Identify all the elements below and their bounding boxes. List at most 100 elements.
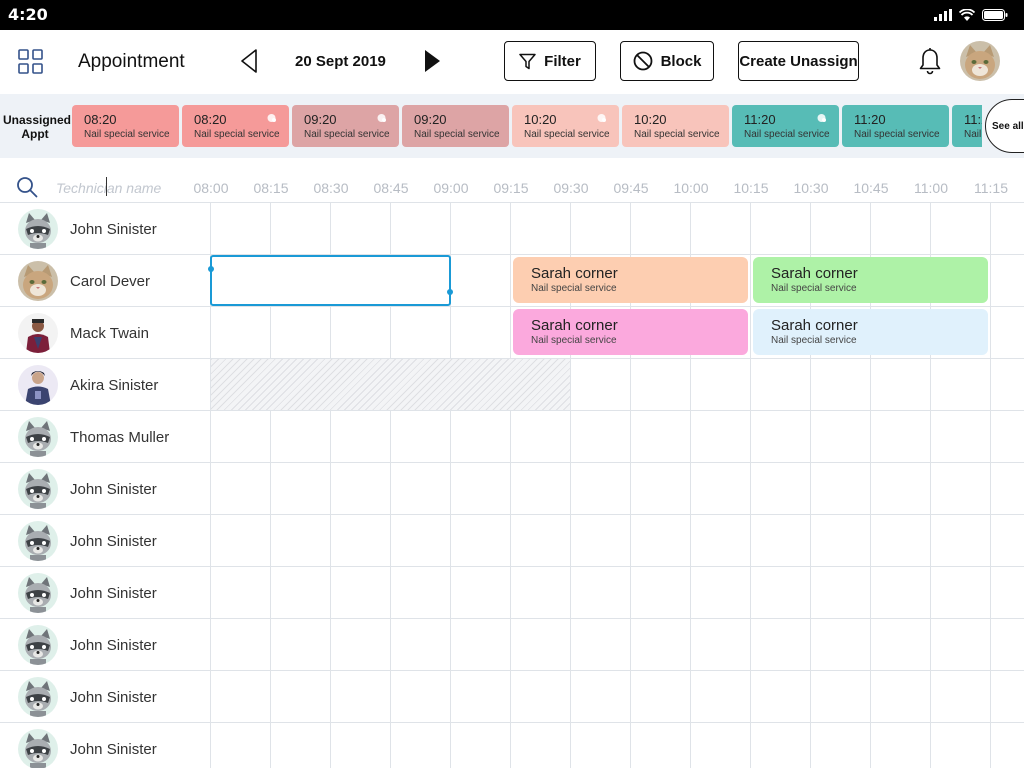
unassigned-card-time: 11:20 — [854, 112, 886, 127]
blocked-time-slot[interactable] — [211, 359, 570, 410]
unassigned-card[interactable]: 10:20 Nail special service — [622, 105, 729, 147]
next-day-icon[interactable] — [422, 48, 442, 74]
grid-menu-icon[interactable] — [18, 49, 43, 74]
raccoon-icon — [18, 209, 58, 249]
appointment-client: Sarah corner — [531, 317, 618, 334]
time-slot-label: 10:45 — [853, 180, 889, 196]
service-badge-icon — [377, 114, 386, 122]
filter-button[interactable]: Filter — [504, 41, 596, 81]
unassigned-card-service: Nail special service — [634, 129, 720, 140]
unassigned-card[interactable]: 09:20 Nail special service — [292, 105, 399, 147]
battery-icon — [982, 9, 1008, 21]
technician-avatar — [18, 625, 58, 665]
appointment-service: Nail special service — [531, 283, 617, 294]
technician-row[interactable]: John Sinister — [0, 462, 1024, 514]
unassigned-card-list: 08:20 Nail special service 08:20 Nail speci… — [72, 105, 982, 147]
unassigned-label-line1: Unassigned — [3, 113, 72, 127]
service-badge-icon — [817, 114, 826, 122]
unassigned-card[interactable]: 08:20 Nail special service — [182, 105, 289, 147]
time-slot-label: 09:15 — [493, 180, 529, 196]
technician-avatar — [18, 365, 58, 405]
service-badge-icon — [597, 114, 606, 122]
service-badge-icon — [267, 114, 276, 122]
unassigned-card-service: Nail special service — [414, 129, 500, 140]
unassigned-label-line2: Appt — [21, 127, 49, 141]
unassigned-card[interactable]: 08:20 Nail special service — [72, 105, 179, 147]
current-date: 20 Sept 2019 — [295, 53, 386, 70]
unassigned-card-time: 09:20 — [414, 112, 447, 127]
appointment-client: Sarah corner — [771, 265, 858, 282]
technician-avatar — [18, 729, 58, 768]
time-slot-label: 10:15 — [733, 180, 769, 196]
unassigned-card[interactable]: 11:20 Nail special service — [952, 105, 982, 147]
unassigned-card[interactable]: 11:20Nail special service — [842, 105, 949, 147]
create-unassign-button[interactable]: Create Unassign — [738, 41, 859, 81]
appointment-card[interactable]: Sarah corner Nail special service — [753, 257, 988, 303]
unassigned-card-time: 08:20 — [84, 112, 117, 127]
notification-bell-icon[interactable] — [918, 47, 942, 75]
time-slot-label: 09:30 — [553, 180, 589, 196]
signal-icon — [934, 9, 952, 21]
appointment-service: Nail special service — [531, 335, 617, 346]
unassigned-card-time: 10:20 — [634, 112, 667, 127]
unassigned-card-service: Nail special service — [84, 129, 170, 140]
unassigned-card-service: Nail special service — [964, 129, 982, 140]
unassigned-card[interactable]: 11:20Nail special service — [732, 105, 839, 147]
time-slot-label: 08:00 — [193, 180, 229, 196]
appointment-service: Nail special service — [771, 335, 857, 346]
technician-avatar — [18, 313, 58, 353]
technician-search-input[interactable] — [56, 178, 186, 198]
technician-name: John Sinister — [70, 481, 157, 498]
appointment-card[interactable]: Sarah corner Nail special service — [513, 257, 748, 303]
technician-row[interactable]: John Sinister — [0, 514, 1024, 566]
time-slot-label: 09:00 — [433, 180, 469, 196]
user-avatar[interactable] — [960, 41, 1000, 81]
technician-row[interactable]: John Sinister — [0, 670, 1024, 722]
unassigned-card-service: Nail special service — [744, 129, 830, 140]
unassigned-card[interactable]: 10:20 Nail special service — [512, 105, 619, 147]
time-slot-label: 08:30 — [313, 180, 349, 196]
technician-row[interactable]: John Sinister — [0, 722, 1024, 768]
technician-name: Akira Sinister — [70, 377, 159, 394]
technician-avatar — [18, 261, 58, 301]
unassigned-card-service: Nail special service — [524, 129, 610, 140]
unassigned-label: Unassigned Appt — [3, 113, 72, 141]
appointment-card[interactable]: Sarah corner Nail special service — [753, 309, 988, 355]
cat-icon — [18, 261, 58, 301]
technician-avatar — [18, 469, 58, 509]
selected-time-slot[interactable] — [210, 255, 451, 306]
filter-icon — [519, 53, 536, 69]
block-icon — [633, 51, 652, 71]
technician-avatar — [18, 573, 58, 613]
cat-avatar-icon — [960, 41, 1000, 81]
technician-avatar — [18, 209, 58, 249]
technician-avatar — [18, 417, 58, 457]
raccoon-icon — [18, 469, 58, 509]
raccoon-icon — [18, 521, 58, 561]
status-icons — [934, 8, 1008, 22]
technician-name: John Sinister — [70, 585, 157, 602]
technician-name: John Sinister — [70, 533, 157, 550]
block-label: Block — [660, 52, 702, 70]
technician-avatar — [18, 521, 58, 561]
technician-avatar — [18, 677, 58, 717]
resize-handle[interactable] — [447, 289, 453, 295]
technician-name: Thomas Muller — [70, 429, 170, 446]
resize-handle[interactable] — [208, 266, 214, 272]
page-title: Appointment — [78, 51, 185, 72]
technician-row[interactable]: John Sinister — [0, 202, 1024, 254]
previous-day-icon[interactable] — [238, 48, 260, 74]
unassigned-card[interactable]: 09:20 Nail special service — [402, 105, 509, 147]
time-slot-label: 10:30 — [793, 180, 829, 196]
block-button[interactable]: Block — [620, 41, 714, 81]
unassigned-card-time: 11:20 — [964, 112, 982, 127]
technician-row[interactable]: Thomas Muller — [0, 410, 1024, 462]
raccoon-icon — [18, 729, 58, 768]
technician-row[interactable]: John Sinister — [0, 618, 1024, 670]
time-slot-label: 10:00 — [673, 180, 709, 196]
appointment-card[interactable]: Sarah corner Nail special service — [513, 309, 748, 355]
technician-row[interactable]: John Sinister — [0, 566, 1024, 618]
status-time: 4:20 — [8, 5, 48, 24]
search-icon[interactable] — [16, 176, 38, 198]
technician-name: John Sinister — [70, 221, 157, 238]
